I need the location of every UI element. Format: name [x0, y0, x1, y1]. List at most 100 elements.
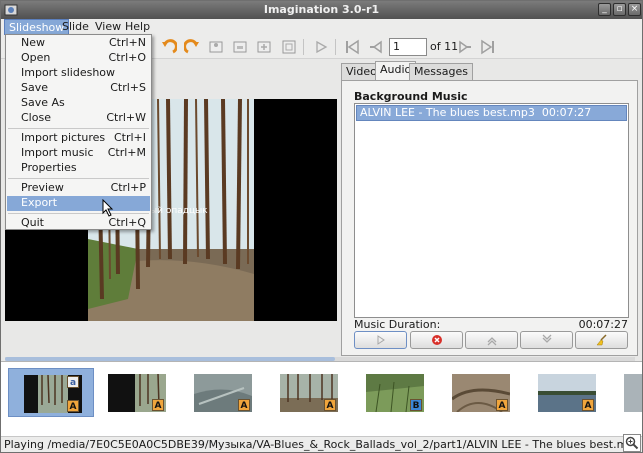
menu-item-save-shortcut: Ctrl+S	[110, 81, 146, 94]
close-window-button[interactable]: ×	[628, 3, 641, 16]
thumbnail-image	[624, 374, 642, 412]
rotate-right-icon[interactable]	[184, 39, 200, 55]
transition-badge: B	[410, 399, 422, 411]
tab-messages-label: Messages	[414, 65, 468, 78]
menu-item-preview-shortcut: Ctrl+P	[110, 181, 146, 194]
menu-item-open[interactable]: Open Ctrl+O	[7, 51, 150, 66]
slide-thumbnail[interactable]: B	[352, 368, 438, 417]
transition-badge: A	[324, 399, 336, 411]
tab-messages[interactable]: Messages	[409, 63, 473, 81]
menu-item-save-as-label: Save As	[21, 96, 65, 109]
menu-item-import-slideshow[interactable]: Import slideshow	[7, 66, 150, 81]
slide-count-label: of 11	[430, 40, 459, 53]
menu-bar: Slideshow Slide View Help	[1, 19, 642, 35]
menu-item-quit[interactable]: Quit Ctrl+Q	[7, 216, 150, 231]
add-empty-slide-icon[interactable]	[232, 39, 248, 55]
menu-item-quit-shortcut: Ctrl+Q	[108, 216, 146, 229]
track-duration: 00:07:27	[541, 106, 592, 119]
play-icon[interactable]	[313, 39, 329, 55]
slide-thumbnail-strip: a A A A A B A A	[1, 361, 642, 436]
menu-item-quit-label: Quit	[21, 216, 44, 229]
transition-badge: A	[496, 399, 508, 411]
menu-separator	[8, 213, 149, 214]
tab-audio-label: Audio	[380, 63, 412, 76]
background-music-heading: Background Music	[354, 90, 468, 103]
slide-thumbnail[interactable]: A	[94, 368, 180, 417]
mouse-cursor-icon	[102, 199, 114, 217]
play-music-button[interactable]	[354, 331, 407, 349]
slide-thumbnail[interactable]: A	[180, 368, 266, 417]
slide-thumbnail[interactable]: A	[438, 368, 524, 417]
menu-help-label: Help	[125, 20, 151, 33]
menu-item-open-shortcut: Ctrl+O	[108, 51, 146, 64]
menu-item-import-music-shortcut: Ctrl+M	[107, 146, 146, 159]
slideshow-menu: New Ctrl+N Open Ctrl+O Import slideshow …	[5, 34, 152, 230]
menu-item-import-slideshow-label: Import slideshow	[21, 66, 116, 79]
maximize-button[interactable]: ▫	[613, 3, 626, 16]
slide-thumbnail[interactable]: A	[524, 368, 610, 417]
menu-item-import-music[interactable]: Import music Ctrl+M	[7, 146, 150, 161]
menu-view[interactable]: View	[91, 19, 125, 35]
menu-item-import-pictures-label: Import pictures	[21, 131, 106, 144]
app-window: Imagination 3.0-r1 _ ▫ × Slideshow Slide…	[0, 0, 643, 453]
menu-item-export[interactable]: Export	[7, 196, 150, 211]
transition-badge: A	[582, 399, 594, 411]
slide-number-input[interactable]: 1	[389, 38, 427, 56]
slide-thumbnail[interactable]: A	[266, 368, 352, 417]
window-title: Imagination 3.0-r1	[263, 3, 380, 16]
move-down-button[interactable]	[520, 331, 573, 349]
menu-item-import-pictures[interactable]: Import pictures Ctrl+I	[7, 131, 150, 146]
menu-view-label: View	[95, 20, 122, 33]
menu-item-properties[interactable]: Properties	[7, 161, 150, 176]
audio-panel: Background Music ALVIN LEE - The blues b…	[341, 80, 638, 356]
transition-badge: A	[67, 400, 79, 412]
menu-item-import-music-label: Import music	[21, 146, 94, 159]
menu-slideshow-label: Slideshow	[9, 21, 65, 34]
minimize-button[interactable]: _	[598, 3, 611, 16]
music-duration-value: 00:07:27	[578, 318, 628, 331]
menu-item-close[interactable]: Close Ctrl+W	[7, 111, 150, 126]
preview-caption: ый опадцык	[150, 206, 208, 216]
menu-item-save-as[interactable]: Save As	[7, 96, 150, 111]
last-slide-icon[interactable]	[480, 39, 496, 55]
slide-thumbnail[interactable]: a A	[8, 368, 94, 417]
music-duration-label: Music Duration:	[354, 318, 441, 331]
menu-item-new[interactable]: New Ctrl+N	[7, 36, 150, 51]
menu-item-save-label: Save	[21, 81, 49, 94]
next-slide-icon[interactable]	[457, 39, 473, 55]
menu-slide[interactable]: Slide	[58, 19, 93, 35]
first-slide-icon[interactable]	[344, 39, 360, 55]
menu-item-save[interactable]: Save Ctrl+S	[7, 81, 150, 96]
transition-badge: A	[238, 399, 250, 411]
toolbar-separator	[303, 39, 304, 55]
menu-item-close-label: Close	[21, 111, 51, 124]
toolbar-separator	[335, 39, 336, 55]
menu-item-preview-label: Preview	[21, 181, 64, 194]
move-up-button[interactable]	[465, 331, 518, 349]
zoom-fit-icon[interactable]	[281, 39, 297, 55]
menu-item-new-label: New	[21, 36, 45, 49]
slide-thumbnail[interactable]	[610, 368, 642, 417]
title-bar: Imagination 3.0-r1 _ ▫ ×	[1, 1, 642, 19]
zoom-in-icon[interactable]	[623, 434, 641, 452]
broom-icon	[595, 334, 607, 346]
menu-item-export-label: Export	[21, 196, 58, 209]
menu-separator	[8, 178, 149, 179]
menu-slide-label: Slide	[62, 20, 89, 33]
import-pictures-icon[interactable]	[256, 39, 272, 55]
previous-slide-icon[interactable]	[368, 39, 384, 55]
music-track-row[interactable]: ALVIN LEE - The blues best.mp3 00:07:27	[356, 105, 627, 121]
clear-music-button[interactable]	[575, 331, 628, 349]
menu-item-new-shortcut: Ctrl+N	[108, 36, 146, 49]
arrow-down-icon	[542, 334, 551, 343]
menu-item-preview[interactable]: Preview Ctrl+P	[7, 181, 150, 196]
music-list[interactable]: ALVIN LEE - The blues best.mp3 00:07:27	[354, 103, 629, 318]
remove-music-button[interactable]	[410, 331, 463, 349]
menu-separator	[8, 128, 149, 129]
status-bar: Playing /media/7E0C5E0A0C5DBE39/Музыка/V…	[1, 436, 642, 452]
rotate-left-icon[interactable]	[161, 39, 177, 55]
transition-badge: A	[152, 399, 164, 411]
track-name: ALVIN LEE - The blues best.mp3	[360, 106, 535, 119]
menu-help[interactable]: Help	[121, 19, 154, 35]
delete-slide-icon[interactable]	[208, 39, 224, 55]
